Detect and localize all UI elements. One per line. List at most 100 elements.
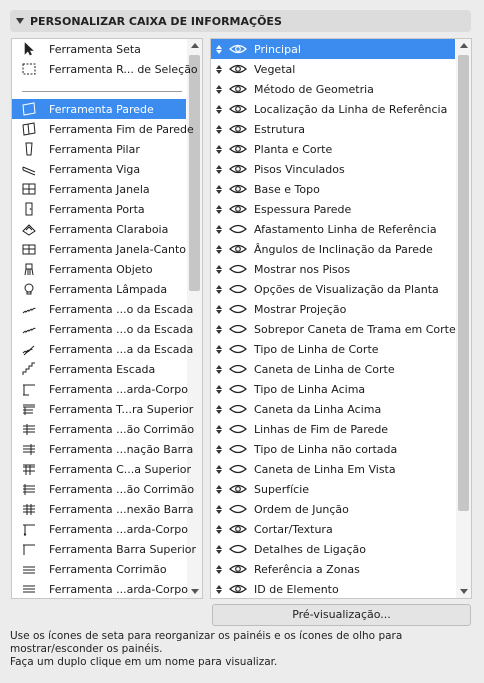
tool-list[interactable]: Ferramenta Seta Ferramenta R... de Seleçã… <box>11 38 203 599</box>
eye-open-icon[interactable] <box>229 183 247 195</box>
panel-list-item[interactable]: Método de Geometria <box>211 79 455 99</box>
tool-list-item[interactable]: Ferramenta ...nação Barra <box>12 439 193 459</box>
reorder-arrows-icon[interactable] <box>215 464 223 474</box>
panel-list-item[interactable]: Mostrar nos Pisos <box>211 259 455 279</box>
scroll-down-icon[interactable] <box>460 589 468 594</box>
panel-list-item[interactable]: Tipo de Linha de Corte <box>211 339 455 359</box>
panel-list-scrollbar[interactable] <box>456 39 471 598</box>
eye-open-icon[interactable] <box>229 243 247 255</box>
reorder-arrows-icon[interactable] <box>215 524 223 534</box>
tool-list-item[interactable]: Ferramenta Barra Superior <box>12 539 196 559</box>
reorder-arrows-icon[interactable] <box>215 224 223 234</box>
collapse-triangle-icon[interactable] <box>16 18 24 24</box>
reorder-arrows-icon[interactable] <box>215 584 223 594</box>
panel-list-item[interactable]: Principal <box>211 39 455 59</box>
panel-list-item[interactable]: Localização da Linha de Referência <box>211 99 455 119</box>
eye-open-icon[interactable] <box>229 203 247 215</box>
reorder-arrows-icon[interactable] <box>215 64 223 74</box>
eye-closed-icon[interactable] <box>229 303 247 315</box>
reorder-arrows-icon[interactable] <box>215 84 223 94</box>
eye-open-icon[interactable] <box>229 63 247 75</box>
tool-list-item[interactable]: Ferramenta ...o da Escada <box>12 299 193 319</box>
tool-list-item[interactable]: Ferramenta ...arda-Corpo <box>12 379 188 399</box>
eye-open-icon[interactable] <box>229 43 247 55</box>
reorder-arrows-icon[interactable] <box>215 104 223 114</box>
tool-list-item[interactable]: Ferramenta ...o da Escada <box>12 319 193 339</box>
eye-open-icon[interactable] <box>229 103 247 115</box>
panel-list-item[interactable]: Cortar/Textura <box>211 519 455 539</box>
reorder-arrows-icon[interactable] <box>215 564 223 574</box>
reorder-arrows-icon[interactable] <box>215 164 223 174</box>
tool-list-item[interactable]: Ferramenta ...a da Escada <box>12 339 193 359</box>
reorder-arrows-icon[interactable] <box>215 544 223 554</box>
eye-closed-icon[interactable] <box>229 343 247 355</box>
panel-list-item[interactable]: Afastamento Linha de Referência <box>211 219 455 239</box>
eye-closed-icon[interactable] <box>229 403 247 415</box>
tool-list-item[interactable]: Ferramenta Claraboia <box>12 219 186 239</box>
eye-closed-icon[interactable] <box>229 423 247 435</box>
tool-list-item[interactable]: Ferramenta C...a Superior <box>12 459 191 479</box>
eye-closed-icon[interactable] <box>229 503 247 515</box>
eye-open-icon[interactable] <box>229 143 247 155</box>
panel-list-item[interactable]: Sobrepor Caneta de Trama em Corte <box>211 319 456 339</box>
section-header[interactable]: PERSONALIZAR CAIXA DE INFORMAÇÕES <box>10 10 471 32</box>
panel-list-item[interactable]: Mostrar Projeção <box>211 299 455 319</box>
eye-closed-icon[interactable] <box>229 323 247 335</box>
panel-list-item[interactable]: Referência a Zonas <box>211 559 455 579</box>
tool-list-item[interactable]: Ferramenta T...ra Superior <box>12 399 193 419</box>
tool-list-item[interactable]: Ferramenta Janela-Canto <box>12 239 186 259</box>
tool-list-item[interactable]: Ferramenta Lâmpada <box>12 279 186 299</box>
tool-list-item[interactable]: Ferramenta Parede <box>12 99 186 119</box>
reorder-arrows-icon[interactable] <box>215 264 223 274</box>
panel-list-item[interactable]: Opções de Visualização da Planta <box>211 279 455 299</box>
eye-open-icon[interactable] <box>229 563 247 575</box>
reorder-arrows-icon[interactable] <box>215 504 223 514</box>
tool-list-item[interactable]: Ferramenta Viga <box>12 159 186 179</box>
scroll-up-icon[interactable] <box>460 43 468 48</box>
panel-list-item[interactable]: Vegetal <box>211 59 455 79</box>
reorder-arrows-icon[interactable] <box>215 344 223 354</box>
tool-list-item[interactable]: Ferramenta ...ão Corrimão <box>12 419 194 439</box>
reorder-arrows-icon[interactable] <box>215 304 223 314</box>
eye-open-icon[interactable] <box>229 163 247 175</box>
eye-closed-icon[interactable] <box>229 443 247 455</box>
eye-closed-icon[interactable] <box>229 363 247 375</box>
reorder-arrows-icon[interactable] <box>215 124 223 134</box>
reorder-arrows-icon[interactable] <box>215 144 223 154</box>
reorder-arrows-icon[interactable] <box>215 404 223 414</box>
eye-open-icon[interactable] <box>229 83 247 95</box>
eye-closed-icon[interactable] <box>229 463 247 475</box>
reorder-arrows-icon[interactable] <box>215 244 223 254</box>
eye-closed-icon[interactable] <box>229 263 247 275</box>
panel-list-item[interactable]: Ângulos de Inclinação da Parede <box>211 239 455 259</box>
tool-list-item[interactable]: Ferramenta Fim de Parede <box>12 119 194 139</box>
tool-list-item[interactable]: Ferramenta Janela <box>12 179 186 199</box>
reorder-arrows-icon[interactable] <box>215 424 223 434</box>
preview-button[interactable]: Pré-visualização... <box>212 604 471 626</box>
reorder-arrows-icon[interactable] <box>215 184 223 194</box>
panel-list-item[interactable]: Estrutura <box>211 119 455 139</box>
panel-list-item[interactable]: Caneta de Linha de Corte <box>211 359 455 379</box>
reorder-arrows-icon[interactable] <box>215 444 223 454</box>
tool-list-item[interactable]: Ferramenta ...arda-Corpo <box>12 519 188 539</box>
panel-list-item[interactable]: Superfície <box>211 479 455 499</box>
eye-closed-icon[interactable] <box>229 223 247 235</box>
eye-closed-icon[interactable] <box>229 283 247 295</box>
tool-list-item[interactable]: Ferramenta ...nexão Barra <box>12 499 193 519</box>
tool-list-item[interactable]: Ferramenta Seta <box>12 39 186 59</box>
reorder-arrows-icon[interactable] <box>215 484 223 494</box>
scroll-down-icon[interactable] <box>191 589 199 594</box>
tool-list-item[interactable]: Ferramenta ...arda-Corpo <box>12 579 188 598</box>
tool-list-scroll-thumb[interactable] <box>189 55 200 291</box>
eye-open-icon[interactable] <box>229 123 247 135</box>
tool-list-item[interactable]: Ferramenta Corrimão <box>12 559 186 579</box>
eye-open-icon[interactable] <box>229 523 247 535</box>
tool-list-item[interactable]: Ferramenta R... de Seleção <box>12 59 198 79</box>
panel-list[interactable]: Principal Vegetal Método de Geometria Local… <box>210 38 472 599</box>
panel-list-item[interactable]: Detalhes de Ligação <box>211 539 455 559</box>
panel-list-item[interactable]: Caneta de Linha Em Vista <box>211 459 455 479</box>
eye-closed-icon[interactable] <box>229 383 247 395</box>
panel-list-item[interactable]: Planta e Corte <box>211 139 455 159</box>
panel-list-item[interactable]: Caneta da Linha Acima <box>211 399 455 419</box>
scroll-up-icon[interactable] <box>191 43 199 48</box>
